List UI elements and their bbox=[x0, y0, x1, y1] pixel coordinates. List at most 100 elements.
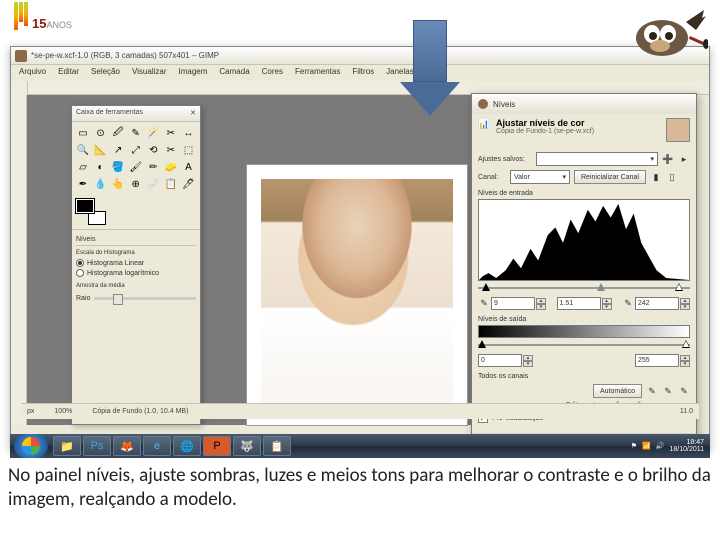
taskbar-app-1[interactable]: 📁 bbox=[53, 436, 81, 456]
in-high-input[interactable]: 242 bbox=[635, 297, 679, 310]
taskbar-app-3[interactable]: 🦊 bbox=[113, 436, 141, 456]
taskbar-app-8[interactable]: 📋 bbox=[263, 436, 291, 456]
raio-slider[interactable] bbox=[94, 297, 196, 300]
taskbar-app-7[interactable]: 🐺 bbox=[233, 436, 261, 456]
highlight-handle[interactable] bbox=[675, 283, 683, 291]
out-high-input[interactable]: 255 bbox=[635, 354, 679, 367]
radio-log[interactable]: Histograma logarítmico bbox=[76, 269, 196, 277]
input-slider[interactable] bbox=[478, 283, 690, 293]
in-gamma-spinner[interactable]: ▴▾ bbox=[602, 298, 612, 310]
preset-add-icon[interactable]: ➕ bbox=[662, 153, 674, 165]
out-high-handle[interactable] bbox=[682, 340, 690, 348]
menu-editar[interactable]: Editar bbox=[52, 65, 85, 81]
hist-log-icon[interactable]: ▯ bbox=[666, 171, 678, 183]
tool-scissors[interactable]: ✂ bbox=[163, 125, 179, 141]
output-slider[interactable] bbox=[478, 340, 690, 350]
menu-cores[interactable]: Cores bbox=[256, 65, 289, 81]
levels-titlebar[interactable]: Níveis bbox=[472, 94, 696, 114]
tool-shear[interactable]: ▱ bbox=[75, 159, 91, 175]
pick-black-icon[interactable]: ✎ bbox=[646, 385, 658, 397]
toolbox-close-icon[interactable]: ✕ bbox=[190, 109, 196, 118]
tool-smudge[interactable]: 💧 bbox=[93, 176, 109, 192]
tool-clone[interactable]: 🩹 bbox=[145, 176, 161, 192]
out-low-handle[interactable] bbox=[478, 340, 486, 348]
tool-paths[interactable]: 📋 bbox=[163, 176, 179, 192]
preset-menu-icon[interactable]: ▸ bbox=[678, 153, 690, 165]
tool-text[interactable]: A bbox=[180, 159, 196, 175]
start-button[interactable] bbox=[14, 434, 48, 458]
pick-white-icon[interactable]: ✎ bbox=[678, 385, 690, 397]
tool-blend[interactable]: 🖌 bbox=[128, 159, 144, 175]
tool-eraser[interactable]: 🧽 bbox=[163, 159, 179, 175]
tool-measure[interactable]: 📐 bbox=[93, 142, 109, 158]
tool-color-select[interactable]: 🪄 bbox=[145, 125, 161, 141]
windows-taskbar[interactable]: 📁 Ps 🦊 e 🌐 P 🐺 📋 ⚑ 📶 🔊 18:47 18/10/2011 bbox=[10, 434, 710, 458]
tray-flag-icon[interactable]: ⚑ bbox=[631, 442, 637, 450]
tool-ellipse-select[interactable]: ⊙ bbox=[93, 125, 109, 141]
bg-color[interactable] bbox=[88, 211, 106, 225]
menu-arquivo[interactable]: Arquivo bbox=[13, 65, 52, 81]
tray-date[interactable]: 18/10/2011 bbox=[669, 446, 704, 453]
menu-selecao[interactable]: Seleção bbox=[85, 65, 126, 81]
in-low-spinner[interactable]: ▴▾ bbox=[536, 298, 546, 310]
fg-bg-swatch[interactable] bbox=[76, 199, 106, 225]
levels-dialog[interactable]: Níveis 📊 Ajustar níveis de cor Cópia de … bbox=[471, 93, 697, 443]
toolbox-panel[interactable]: Caixa de ferramentas ✕ ▭ ⊙ 🖉 ✎ 🪄 ✂ ↔ 🔍 📐… bbox=[71, 105, 201, 425]
white-picker-icon[interactable]: ✎ bbox=[622, 298, 634, 310]
in-low-input[interactable]: 9 bbox=[491, 297, 535, 310]
taskbar-app-5[interactable]: 🌐 bbox=[173, 436, 201, 456]
menu-ferramentas[interactable]: Ferramentas bbox=[289, 65, 346, 81]
hist-linear-icon[interactable]: ▮ bbox=[650, 171, 662, 183]
in-high-spinner[interactable]: ▴▾ bbox=[680, 298, 690, 310]
tool-free-select[interactable]: 🖉 bbox=[110, 125, 126, 141]
status-units[interactable]: px bbox=[27, 408, 34, 415]
output-gradient[interactable] bbox=[478, 325, 690, 338]
tool-perspective[interactable]: ◐ bbox=[93, 159, 109, 175]
tool-zoom[interactable]: 🔍 bbox=[75, 142, 91, 158]
tool-crop[interactable]: ✂ bbox=[163, 142, 179, 158]
black-picker-icon[interactable]: ✎ bbox=[478, 298, 490, 310]
radio-linear[interactable]: Histograma Linear bbox=[76, 259, 196, 267]
out-low-spinner[interactable]: ▴▾ bbox=[523, 355, 533, 367]
menu-camada[interactable]: Camada bbox=[213, 65, 255, 81]
status-zoom[interactable]: 100% bbox=[54, 408, 72, 415]
taskbar-app-4[interactable]: e bbox=[143, 436, 171, 456]
menu-imagem[interactable]: Imagem bbox=[173, 65, 214, 81]
tool-pencil[interactable]: ✏ bbox=[145, 159, 161, 175]
tool-ink[interactable]: ✒ bbox=[75, 176, 91, 192]
tray-network-icon[interactable]: 📶 bbox=[642, 442, 651, 450]
reset-channel-button[interactable]: Reinicializar Canal bbox=[574, 170, 646, 184]
presets-select[interactable]: ▾ bbox=[536, 152, 658, 166]
toolbox-titlebar[interactable]: Caixa de ferramentas ✕ bbox=[72, 106, 200, 122]
gamma-handle[interactable] bbox=[597, 283, 605, 291]
fg-color[interactable] bbox=[76, 199, 94, 213]
tray-time[interactable]: 18:47 bbox=[669, 439, 704, 446]
tool-bucket[interactable]: 🪣 bbox=[110, 159, 126, 175]
tool-foreground[interactable]: ↔ bbox=[180, 125, 196, 141]
histogram[interactable] bbox=[478, 199, 690, 281]
tool-color-picker[interactable]: 🖊 bbox=[180, 176, 196, 192]
taskbar-app-6[interactable]: P bbox=[203, 436, 231, 456]
tool-align[interactable]: ⤢ bbox=[128, 142, 144, 158]
pick-gray-icon[interactable]: ✎ bbox=[662, 385, 674, 397]
taskbar-app-2[interactable]: Ps bbox=[83, 436, 111, 456]
tool-rect-select[interactable]: ▭ bbox=[75, 125, 91, 141]
channel-select[interactable]: Valor▾ bbox=[510, 170, 570, 184]
tool-heal[interactable]: ⊕ bbox=[128, 176, 144, 192]
tool-dodge[interactable]: 👆 bbox=[110, 176, 126, 192]
out-low-input[interactable]: 0 bbox=[478, 354, 522, 367]
auto-button[interactable]: Automático bbox=[593, 384, 642, 398]
out-high-spinner[interactable]: ▴▾ bbox=[680, 355, 690, 367]
tray-volume-icon[interactable]: 🔊 bbox=[656, 442, 665, 450]
canvas[interactable] bbox=[247, 165, 467, 425]
tool-scale[interactable]: ⬚ bbox=[180, 142, 196, 158]
tool-rotate[interactable]: ⟲ bbox=[145, 142, 161, 158]
menu-visualizar[interactable]: Visualizar bbox=[126, 65, 173, 81]
tool-fuzzy-select[interactable]: ✎ bbox=[128, 125, 144, 141]
in-gamma-input[interactable]: 1.51 bbox=[557, 297, 601, 310]
menu-filtros[interactable]: Filtros bbox=[346, 65, 380, 81]
system-tray[interactable]: ⚑ 📶 🔊 18:47 18/10/2011 bbox=[625, 439, 710, 453]
shadow-handle[interactable] bbox=[482, 283, 490, 291]
tool-move[interactable]: ↗ bbox=[110, 142, 126, 158]
menubar[interactable]: Arquivo Editar Seleção Visualizar Imagem… bbox=[11, 65, 709, 81]
